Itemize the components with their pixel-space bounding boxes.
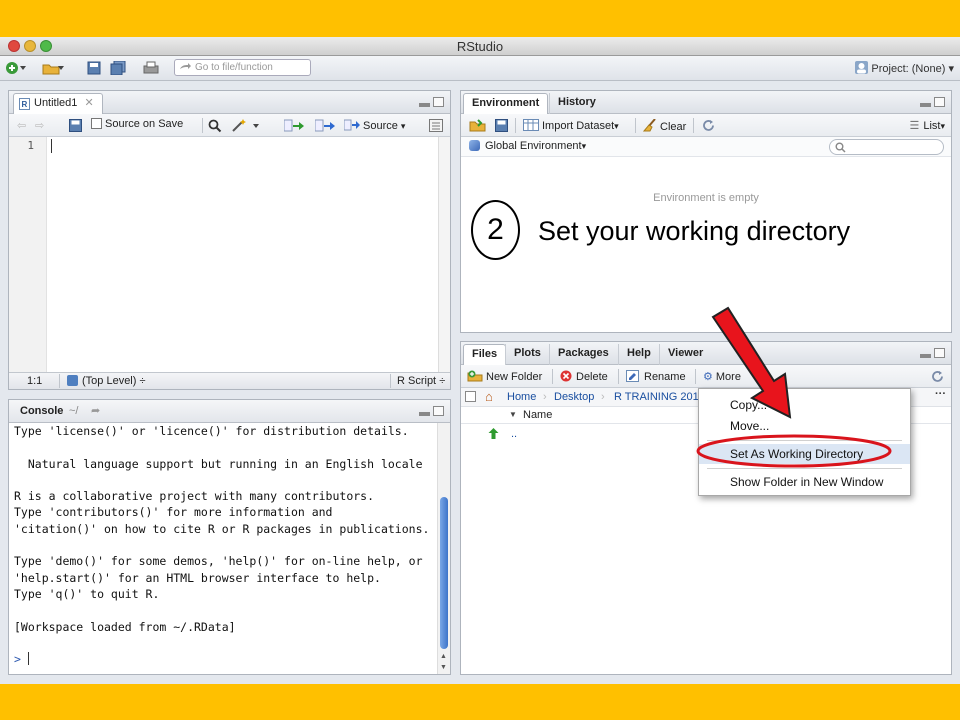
red-arrow-icon [711,306,792,419]
highlight-ellipse [696,434,892,468]
annotation-overlay [696,306,892,468]
